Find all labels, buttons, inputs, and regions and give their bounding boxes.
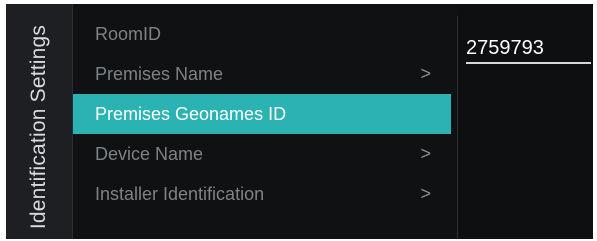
chevron-right-icon: > (420, 63, 431, 84)
menu-item-label: Installer Identification (95, 183, 265, 204)
menu-item-installer-identification[interactable]: Installer Identification > (73, 174, 451, 214)
geonames-id-input[interactable]: 2759793 (466, 34, 591, 64)
settings-menu: RoomID Premises Name > Premises Geonames… (73, 14, 451, 214)
menu-item-device-name[interactable]: Device Name > (73, 134, 451, 174)
chevron-right-icon: > (420, 183, 431, 204)
settings-panel: Identification Settings RoomID Premises … (6, 4, 593, 239)
title-strip: Identification Settings (6, 4, 73, 239)
menu-item-label: Premises Geonames ID (95, 103, 287, 124)
chevron-right-icon: > (420, 143, 431, 164)
panel-title: Identification Settings (27, 24, 50, 230)
menu-item-premises-geonames-id[interactable]: Premises Geonames ID (73, 94, 451, 134)
menu-item-label: Premises Name (95, 63, 224, 84)
menu-item-label: Device Name (95, 143, 204, 164)
menu-item-premises-name[interactable]: Premises Name > (73, 54, 451, 94)
menu-item-roomid[interactable]: RoomID (73, 14, 451, 54)
menu-item-label: RoomID (95, 23, 162, 44)
value-pane: 2759793 (458, 4, 593, 239)
